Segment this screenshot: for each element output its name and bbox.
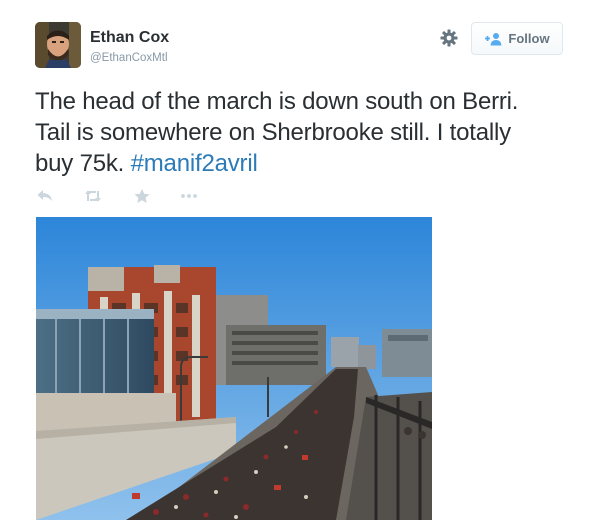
tweet-card: Ethan Cox @EthanCoxMtl Follow The head o… — [0, 0, 590, 520]
tweet-body: The head of the march is down south on B… — [35, 88, 519, 177]
star-icon[interactable] — [133, 188, 151, 204]
retweet-icon[interactable] — [84, 188, 102, 204]
hashtag-link[interactable]: #manif2avril — [131, 150, 258, 177]
tweet-actions — [35, 187, 198, 205]
reply-icon[interactable] — [36, 188, 54, 204]
author-name[interactable]: Ethan Cox — [90, 29, 169, 47]
author-handle[interactable]: @EthanCoxMtl — [90, 51, 168, 65]
gear-icon[interactable] — [439, 28, 459, 48]
author-avatar[interactable] — [35, 22, 81, 68]
tweet-text: The head of the march is down south on B… — [35, 86, 555, 179]
add-user-icon — [485, 32, 502, 45]
follow-label: Follow — [508, 31, 550, 46]
more-icon[interactable] — [180, 188, 198, 204]
march-photo[interactable] — [36, 217, 432, 520]
follow-button[interactable]: Follow — [471, 22, 563, 55]
